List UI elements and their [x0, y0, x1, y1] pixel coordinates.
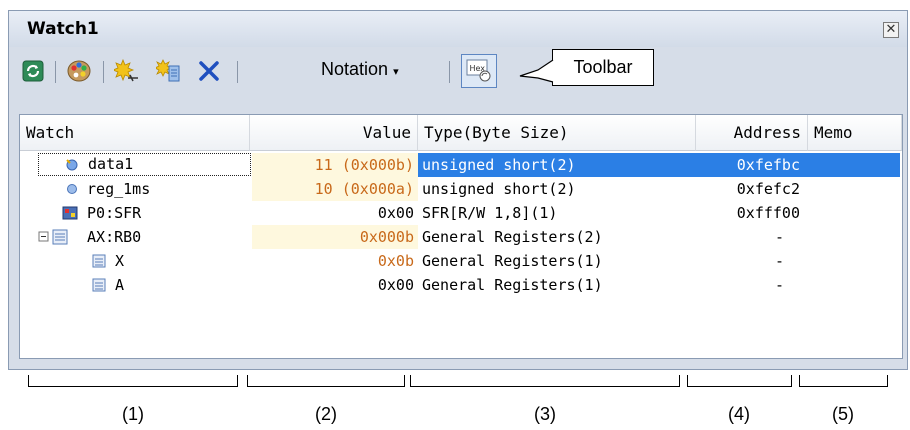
watch-grid: Watch Value Type(Byte Size) Address Memo…: [19, 114, 903, 359]
toolbar-separator: [449, 61, 450, 83]
value-cell[interactable]: 11 (0x000b): [252, 153, 418, 177]
value-cell[interactable]: 0x00: [252, 201, 418, 225]
watch-name-cell[interactable]: A: [38, 273, 251, 297]
address-cell: 0xfefbc: [696, 153, 808, 177]
section-label-5: (5): [832, 404, 854, 424]
table-row[interactable]: data1 11 (0x000b) unsigned short(2) 0xfe…: [20, 153, 902, 177]
table-row[interactable]: X 0x0b General Registers(1) -: [20, 249, 902, 273]
address-cell: 0xfefc2: [736, 180, 800, 198]
section-label-1: (1): [122, 404, 144, 424]
notation-dropdown[interactable]: Notation ▾: [321, 59, 399, 80]
hex-toggle-button[interactable]: Hex: [461, 54, 497, 88]
table-row[interactable]: reg_1ms 10 (0x000a) unsigned short(2) 0x…: [20, 177, 902, 201]
section-label-4: (4): [728, 404, 750, 424]
section-bracket-4: [687, 375, 792, 387]
type-cell: General Registers(1): [422, 276, 603, 294]
section-bracket-5: [799, 375, 888, 387]
column-header-watch[interactable]: Watch: [20, 115, 250, 151]
memo-cell[interactable]: [808, 225, 898, 249]
section-label-2: (2): [315, 404, 337, 424]
type-cell: General Registers(1): [422, 252, 603, 270]
table-row[interactable]: AX:RB0 0x000b General Registers(2) -: [20, 225, 902, 249]
memo-cell[interactable]: [808, 177, 898, 201]
table-row[interactable]: A 0x00 General Registers(1) -: [20, 273, 902, 297]
watch-name-cell[interactable]: reg_1ms: [38, 177, 251, 201]
watch-name-cell[interactable]: data1: [38, 153, 251, 176]
watch-name: reg_1ms: [87, 180, 151, 198]
column-header-memo[interactable]: Memo: [808, 115, 902, 151]
address-cell: 0xfff00: [736, 204, 800, 222]
watch-name-cell[interactable]: X: [38, 249, 251, 273]
memo-cell[interactable]: [808, 153, 898, 177]
window-title: Watch1: [27, 19, 99, 39]
section-bracket-1: [28, 375, 238, 387]
toolbar-separator: [103, 61, 104, 83]
watch-name: data1: [88, 155, 134, 173]
toolbar-separator: [55, 61, 56, 83]
value-cell[interactable]: 0x00: [252, 273, 418, 297]
register-icon: [38, 273, 106, 297]
type-cell: SFR[R/W 1,8](1): [422, 204, 558, 222]
register-icon: [38, 249, 106, 273]
watch-name-cell[interactable]: P0:SFR: [38, 201, 251, 225]
watch-name: A: [115, 276, 125, 294]
notation-label: Notation: [321, 59, 389, 79]
type-cell: unsigned short(2): [422, 180, 576, 198]
column-header-type[interactable]: Type(Byte Size): [418, 115, 696, 151]
chevron-down-icon: ▾: [393, 66, 399, 78]
sfr-icon: [38, 201, 78, 225]
title-bar: Watch1 ✕: [9, 11, 907, 47]
new-watch-icon[interactable]: [113, 57, 141, 85]
value-cell[interactable]: 0x000b: [252, 225, 418, 249]
watch-name: X: [115, 252, 125, 270]
delete-icon[interactable]: [195, 57, 223, 85]
section-label-3: (3): [534, 404, 556, 424]
color-palette-icon[interactable]: [65, 57, 93, 85]
variable-icon: [39, 154, 79, 175]
watch-window: Watch1 ✕ Notation ▾ Hex Watch Value Type…: [8, 10, 908, 370]
callout-pointer: [519, 59, 554, 83]
variable-icon: [38, 177, 78, 201]
column-header-address[interactable]: Address: [696, 115, 808, 151]
address-cell: -: [774, 276, 784, 294]
watch-name-cell[interactable]: AX:RB0: [38, 225, 251, 249]
memo-cell[interactable]: [808, 249, 898, 273]
type-cell: unsigned short(2): [418, 153, 696, 177]
add-watch-icon[interactable]: [155, 57, 183, 85]
refresh-icon[interactable]: [19, 57, 47, 85]
memo-cell[interactable]: [808, 273, 898, 297]
watch-name: AX:RB0: [87, 228, 142, 246]
toolbar: Notation ▾ Hex: [11, 51, 901, 93]
column-header-value[interactable]: Value: [250, 115, 418, 151]
toolbar-callout: Toolbar: [552, 49, 654, 86]
address-cell: -: [774, 252, 784, 270]
section-bracket-3: [410, 375, 680, 387]
close-button[interactable]: ✕: [883, 22, 899, 38]
watch-name: P0:SFR: [87, 204, 142, 222]
value-cell[interactable]: 10 (0x000a): [252, 177, 418, 201]
memo-cell[interactable]: [808, 201, 898, 225]
register-group-icon: [38, 225, 78, 249]
section-bracket-2: [247, 375, 405, 387]
type-cell: General Registers(2): [422, 228, 603, 246]
value-cell[interactable]: 0x0b: [252, 249, 418, 273]
table-row[interactable]: P0:SFR 0x00 SFR[R/W 1,8](1) 0xfff00: [20, 201, 902, 225]
toolbar-separator: [237, 61, 238, 83]
address-cell: -: [774, 228, 784, 246]
